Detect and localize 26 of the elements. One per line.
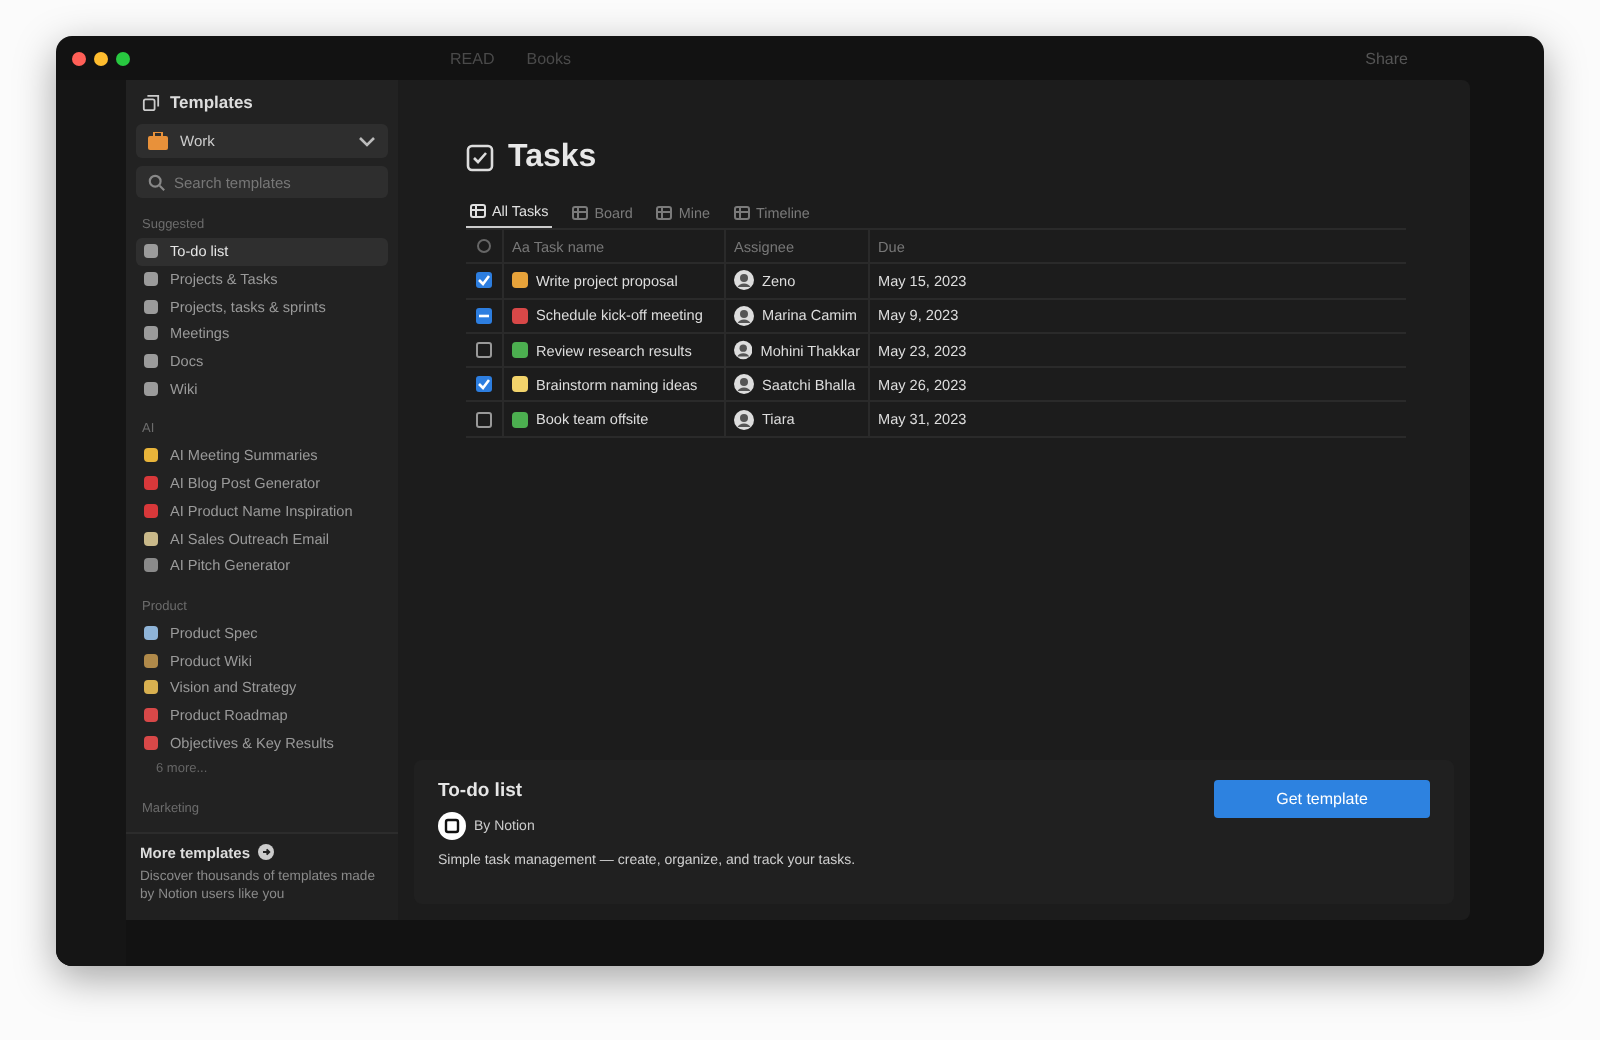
close-icon[interactable] bbox=[72, 51, 86, 65]
status-icon bbox=[476, 238, 492, 255]
minimize-icon[interactable] bbox=[94, 51, 108, 65]
notion-logo-icon bbox=[438, 812, 466, 840]
maximize-icon[interactable] bbox=[116, 51, 130, 65]
briefcase-icon bbox=[148, 132, 168, 150]
avatar-icon bbox=[734, 409, 754, 430]
avatar-icon bbox=[734, 340, 753, 361]
table-icon bbox=[656, 205, 673, 219]
avatar-icon bbox=[734, 270, 754, 291]
task-checkbox[interactable] bbox=[476, 411, 492, 428]
table-icon bbox=[572, 205, 589, 219]
search-icon bbox=[148, 173, 166, 191]
template-title: To-do list bbox=[438, 780, 525, 802]
avatar-icon bbox=[734, 305, 754, 326]
arrow-icon[interactable] bbox=[258, 844, 275, 861]
avatar-icon bbox=[734, 374, 754, 395]
table-icon bbox=[734, 205, 751, 219]
templates-icon bbox=[142, 93, 160, 111]
task-checkbox[interactable] bbox=[476, 342, 492, 359]
get-template-button[interactable]: Get template bbox=[1214, 780, 1430, 818]
checkbox-icon bbox=[466, 144, 494, 172]
page-title: Tasks bbox=[508, 140, 597, 176]
table-icon bbox=[470, 204, 486, 218]
chevron-icon bbox=[358, 135, 376, 147]
dialog-title: Templates bbox=[170, 92, 253, 112]
